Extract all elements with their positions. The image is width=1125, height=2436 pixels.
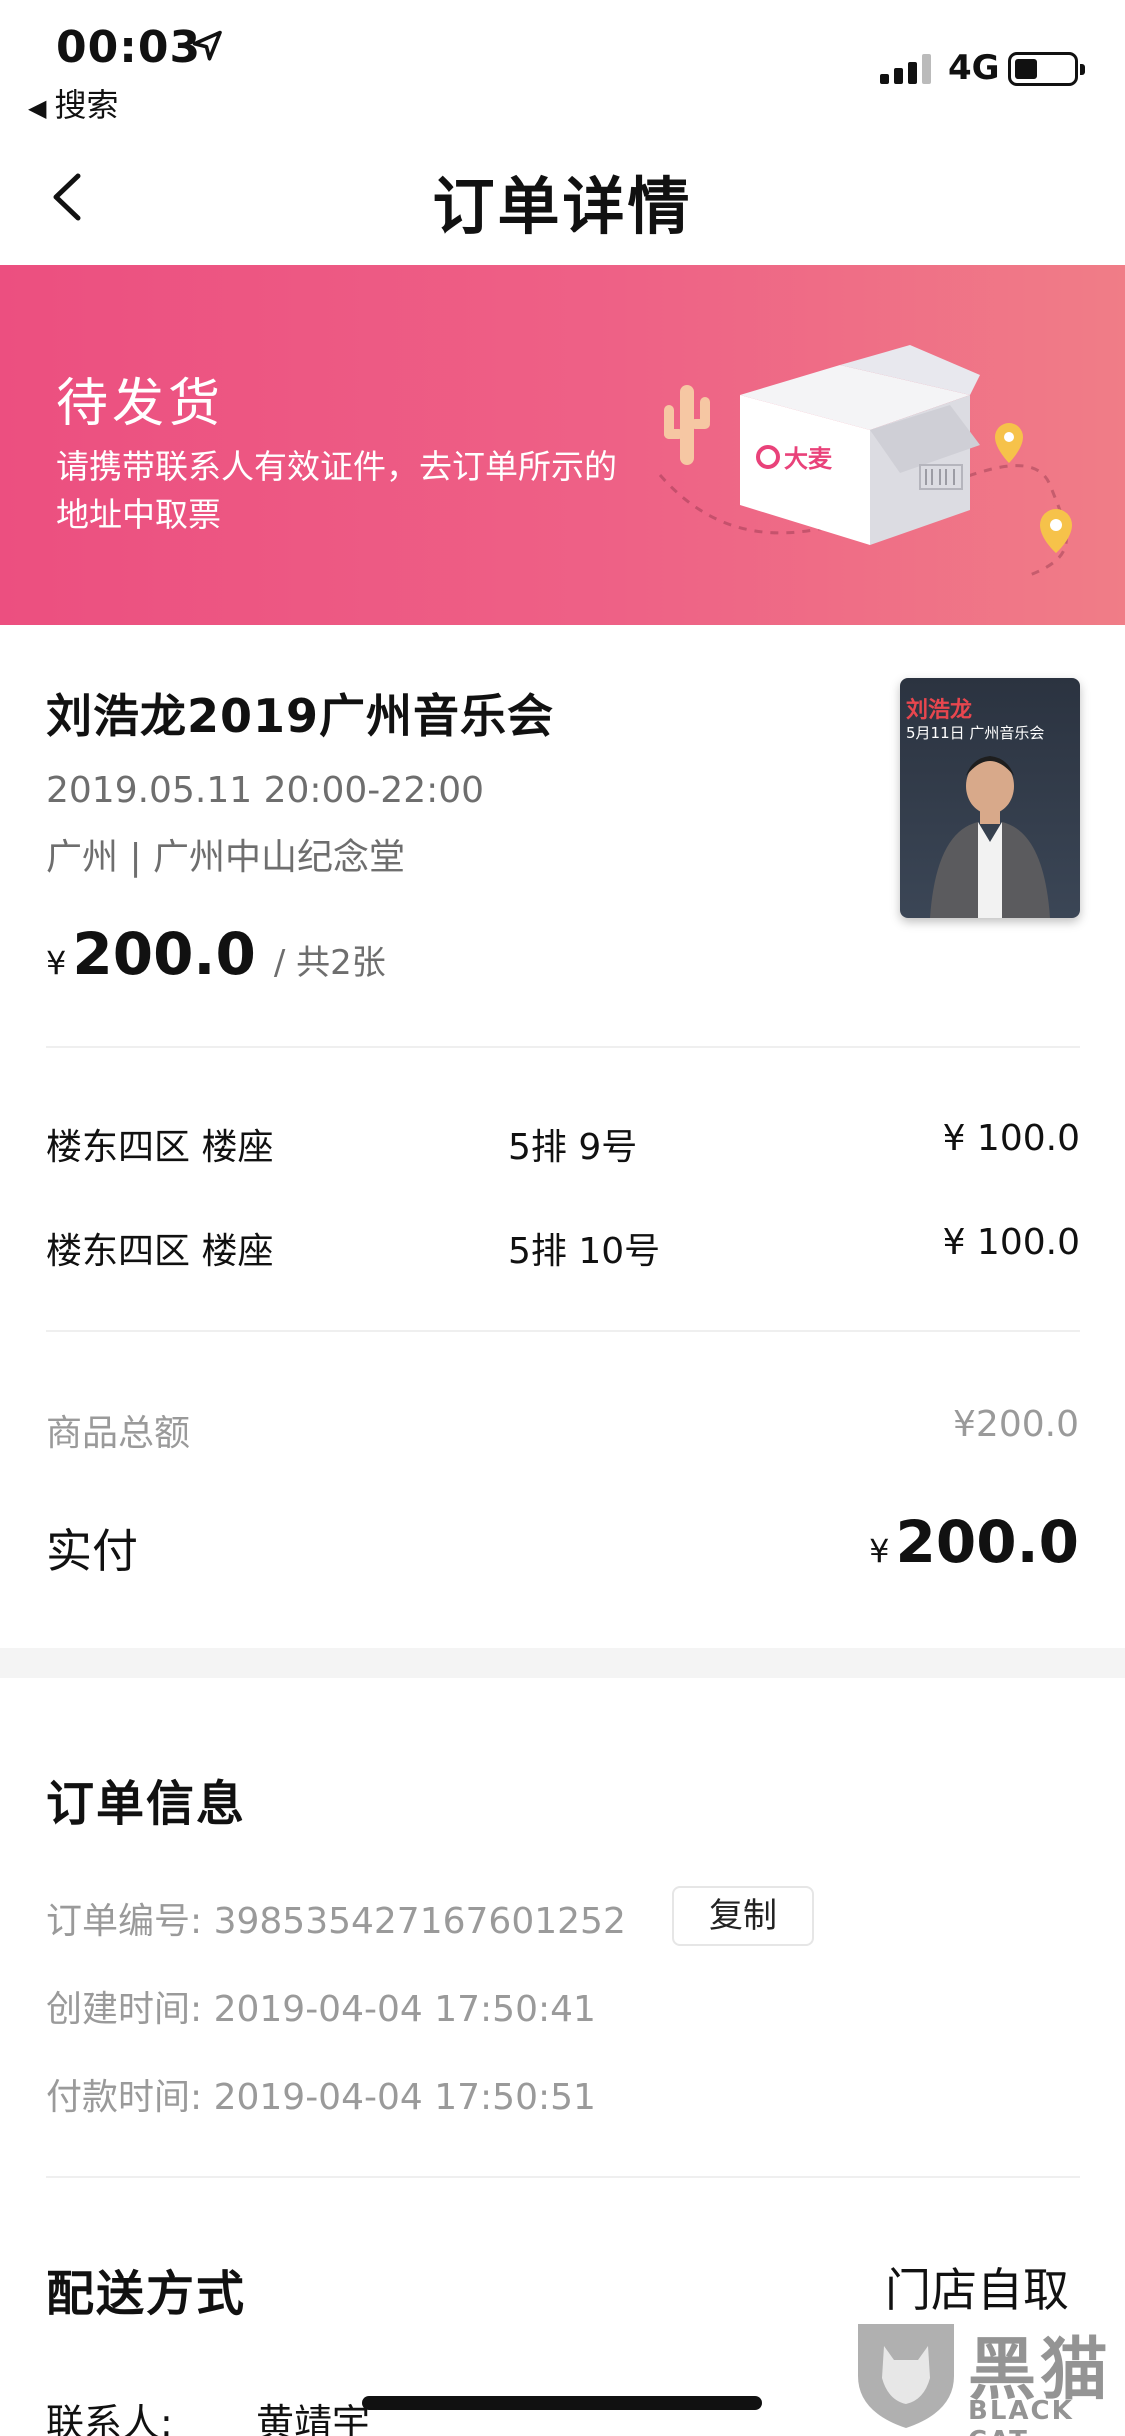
package-logo-text: 大麦 — [784, 445, 833, 473]
order-status-banner: 待发货 请携带联系人有效证件，去订单所示的地址中取票 大麦 — [0, 265, 1125, 625]
watermark-en: BLACK CAT — [968, 2396, 1074, 2436]
home-indicator[interactable] — [362, 2396, 762, 2410]
event-time: 2019.05.11 20:00-22:00 — [46, 770, 485, 811]
poster-title: 刘浩龙 — [906, 698, 973, 723]
payment-time: 付款时间: 2019-04-04 17:50:51 — [46, 2077, 596, 2118]
status-time: 00:03 — [56, 22, 202, 73]
performer-photo — [930, 756, 1050, 918]
back-to-search-label: 搜索 — [54, 86, 119, 124]
event-price: ¥ 200.0 / 共2张 — [46, 920, 386, 988]
network-type: 4G — [948, 48, 1000, 88]
cat-shield-icon — [858, 2324, 954, 2428]
contact-value: 黄靖宇 — [256, 2401, 371, 2436]
black-cat-watermark: 黑猫 BLACK CAT — [850, 2310, 1125, 2436]
ticket-area: 楼东四区 楼座 — [46, 1231, 274, 1272]
goods-total-value: ¥200.0 — [953, 1404, 1079, 1445]
back-to-search-link[interactable]: ◀ 搜索 — [28, 80, 118, 126]
contact-label: 联系人: — [46, 2401, 173, 2436]
ticket-area: 楼东四区 楼座 — [46, 1127, 274, 1168]
divider — [46, 2176, 1080, 2178]
ticket-price: ¥ 100.0 — [942, 1118, 1080, 1159]
event-title[interactable]: 刘浩龙2019广州音乐会 — [46, 680, 554, 746]
order-status-description: 请携带联系人有效证件，去订单所示的地址中取票 — [56, 447, 617, 534]
event-venue: 广州 | 广州中山纪念堂 — [46, 837, 406, 878]
ticket-row: 楼东四区 楼座 5排 10号 ¥ 100.0 — [46, 1222, 1080, 1282]
paid-label: 实付 — [46, 1524, 138, 1578]
price-value: 200.0 — [72, 920, 256, 988]
delivery-title: 配送方式 — [46, 2266, 247, 2322]
ticket-seat: 5排 10号 — [508, 1231, 661, 1272]
created-time: 创建时间: 2019-04-04 17:50:41 — [46, 1989, 596, 2030]
battery-icon — [1008, 52, 1085, 86]
order-info-title: 订单信息 — [46, 1776, 247, 1832]
price-currency: ¥ — [46, 944, 67, 982]
copy-order-number-button[interactable]: 复制 — [672, 1886, 814, 1946]
paid-amount: ¥ 200.0 — [869, 1508, 1079, 1576]
section-gap — [0, 1648, 1125, 1678]
ticket-row: 楼东四区 楼座 5排 9号 ¥ 100.0 — [46, 1118, 1080, 1178]
order-status: 待发货 — [56, 374, 225, 434]
order-number: 订单编号: 398535427167601252 — [46, 1901, 626, 1942]
divider — [46, 1330, 1080, 1332]
location-arrow-icon — [192, 30, 222, 61]
back-triangle-icon: ◀ — [28, 94, 47, 122]
status-bar: 00:03 ◀ 搜索 4G — [0, 0, 1125, 130]
ticket-quantity: / 共2张 — [273, 943, 386, 983]
page-title: 订单详情 — [432, 170, 693, 243]
paid-currency: ¥ — [869, 1532, 890, 1570]
package-illustration-icon: 大麦 — [658, 345, 1072, 577]
ticket-seat: 5排 9号 — [508, 1127, 638, 1168]
cell-signal-icon — [880, 54, 936, 84]
ticket-price: ¥ 100.0 — [942, 1222, 1080, 1263]
divider — [46, 1046, 1080, 1048]
nav-bar: 订单详情 — [0, 130, 1125, 265]
goods-total-label: 商品总额 — [46, 1413, 191, 1454]
event-poster[interactable]: 刘浩龙 5月11日 广州音乐会 — [900, 678, 1080, 918]
paid-value: 200.0 — [895, 1508, 1079, 1576]
